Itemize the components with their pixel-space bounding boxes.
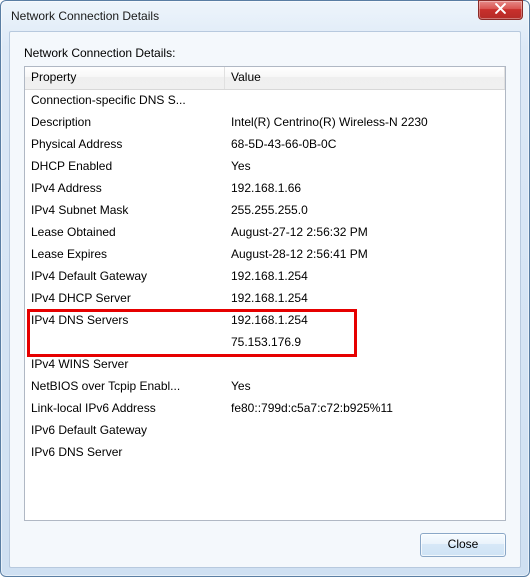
- value-cell: 255.255.255.0: [225, 200, 505, 222]
- table-row[interactable]: Physical Address68-5D-43-66-0B-0C: [25, 134, 505, 156]
- value-cell: [225, 90, 505, 112]
- table-row[interactable]: Lease ExpiresAugust-28-12 2:56:41 PM: [25, 244, 505, 266]
- property-cell: Connection-specific DNS S...: [25, 90, 225, 112]
- property-cell: IPv6 Default Gateway: [25, 420, 225, 442]
- button-row: Close: [24, 521, 506, 557]
- value-cell: [225, 442, 505, 464]
- table-row[interactable]: Connection-specific DNS S...: [25, 90, 505, 112]
- property-cell: IPv4 Default Gateway: [25, 266, 225, 288]
- window-close-button[interactable]: [478, 0, 523, 20]
- table-row[interactable]: NetBIOS over Tcpip Enabl...Yes: [25, 376, 505, 398]
- section-label: Network Connection Details:: [24, 46, 506, 60]
- property-cell: Description: [25, 112, 225, 134]
- value-cell: August-27-12 2:56:32 PM: [225, 222, 505, 244]
- property-cell: IPv4 WINS Server: [25, 354, 225, 376]
- value-cell: [225, 420, 505, 442]
- table-row[interactable]: DescriptionIntel(R) Centrino(R) Wireless…: [25, 112, 505, 134]
- value-cell: fe80::799d:c5a7:c72:b925%11: [225, 398, 505, 420]
- property-cell: [25, 332, 225, 354]
- table-row[interactable]: DHCP EnabledYes: [25, 156, 505, 178]
- dialog-window: Network Connection Details Network Conne…: [0, 0, 530, 577]
- value-cell: 192.168.1.254: [225, 266, 505, 288]
- table-row[interactable]: IPv4 WINS Server: [25, 354, 505, 376]
- table-row[interactable]: IPv6 Default Gateway: [25, 420, 505, 442]
- table-row[interactable]: IPv6 DNS Server: [25, 442, 505, 464]
- close-icon: [495, 3, 506, 17]
- property-cell: Physical Address: [25, 134, 225, 156]
- column-header-property[interactable]: Property: [25, 67, 225, 89]
- close-button[interactable]: Close: [420, 533, 506, 557]
- value-cell: 192.168.1.66: [225, 178, 505, 200]
- property-cell: IPv4 Address: [25, 178, 225, 200]
- property-cell: Lease Expires: [25, 244, 225, 266]
- column-header-value[interactable]: Value: [225, 67, 505, 89]
- titlebar[interactable]: Network Connection Details: [1, 1, 529, 31]
- table-row[interactable]: 75.153.176.9: [25, 332, 505, 354]
- details-listview[interactable]: Property Value Connection-specific DNS S…: [24, 66, 506, 521]
- rows-container: Connection-specific DNS S...DescriptionI…: [25, 90, 505, 470]
- property-cell: IPv4 DNS Servers: [25, 310, 225, 332]
- property-cell: IPv4 Subnet Mask: [25, 200, 225, 222]
- window-title: Network Connection Details: [11, 9, 523, 23]
- property-cell: NetBIOS over Tcpip Enabl...: [25, 376, 225, 398]
- property-cell: IPv6 DNS Server: [25, 442, 225, 464]
- property-cell: Link-local IPv6 Address: [25, 398, 225, 420]
- table-row[interactable]: IPv4 DNS Servers192.168.1.254: [25, 310, 505, 332]
- value-cell: Intel(R) Centrino(R) Wireless-N 2230: [225, 112, 505, 134]
- value-cell: [225, 354, 505, 376]
- table-row[interactable]: IPv4 Address192.168.1.66: [25, 178, 505, 200]
- column-headers: Property Value: [25, 67, 505, 90]
- value-cell: Yes: [225, 376, 505, 398]
- value-cell: Yes: [225, 156, 505, 178]
- value-cell: 192.168.1.254: [225, 310, 505, 332]
- property-cell: IPv4 DHCP Server: [25, 288, 225, 310]
- value-cell: 75.153.176.9: [225, 332, 505, 354]
- table-row[interactable]: IPv4 DHCP Server192.168.1.254: [25, 288, 505, 310]
- table-row[interactable]: IPv4 Default Gateway192.168.1.254: [25, 266, 505, 288]
- table-row[interactable]: IPv4 Subnet Mask255.255.255.0: [25, 200, 505, 222]
- value-cell: August-28-12 2:56:41 PM: [225, 244, 505, 266]
- client-area: Network Connection Details: Property Val…: [9, 31, 521, 568]
- property-cell: DHCP Enabled: [25, 156, 225, 178]
- property-cell: Lease Obtained: [25, 222, 225, 244]
- value-cell: 192.168.1.254: [225, 288, 505, 310]
- value-cell: 68-5D-43-66-0B-0C: [225, 134, 505, 156]
- table-row[interactable]: Lease ObtainedAugust-27-12 2:56:32 PM: [25, 222, 505, 244]
- table-row[interactable]: Link-local IPv6 Addressfe80::799d:c5a7:c…: [25, 398, 505, 420]
